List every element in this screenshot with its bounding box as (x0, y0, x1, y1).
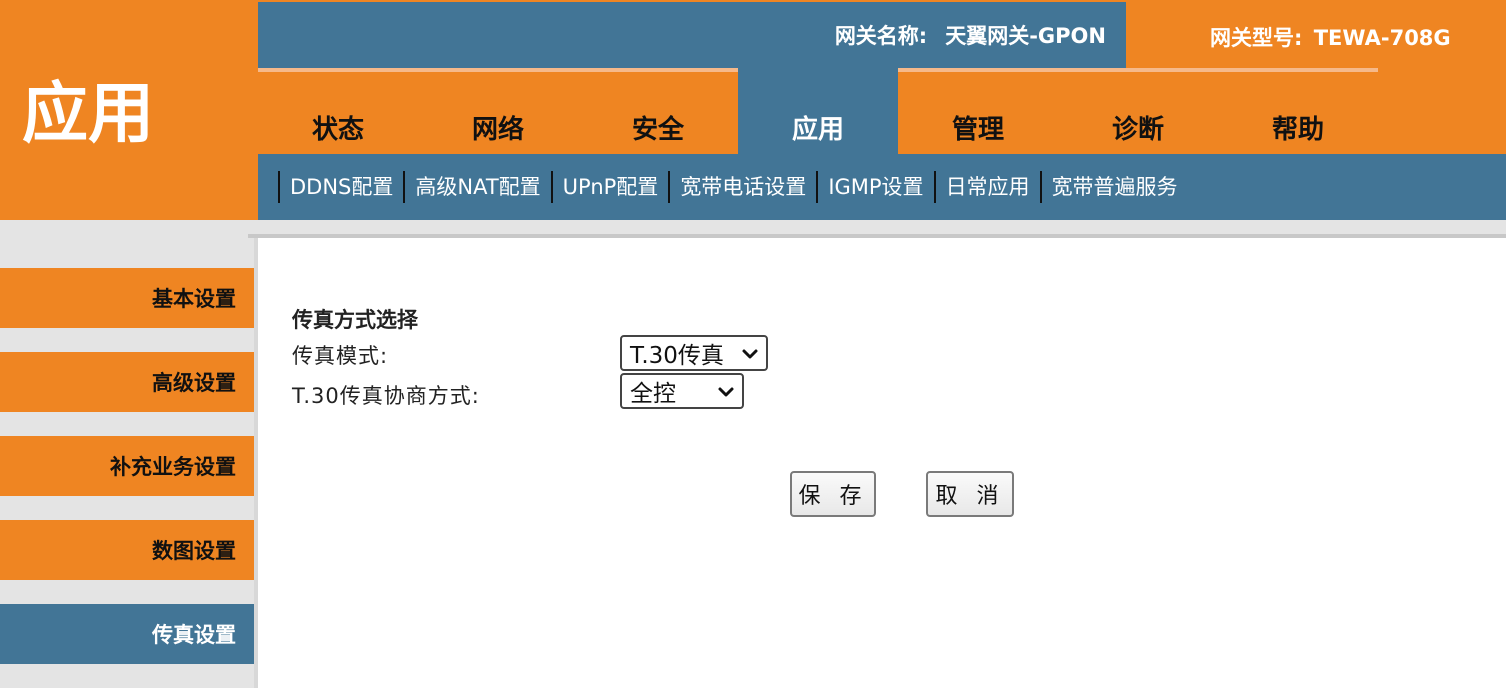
negotiation-value: 全控 (630, 381, 676, 407)
gateway-model-value: TEWA-708G (1313, 26, 1451, 50)
gateway-name-value: 天翼网关-GPON (945, 24, 1106, 48)
tab-security[interactable]: 安全 (578, 68, 738, 154)
gateway-model-label: 网关型号: (1210, 26, 1303, 50)
tab-management[interactable]: 管理 (898, 68, 1058, 154)
gateway-name-bar: 网关名称: 天翼网关-GPON (258, 2, 1126, 68)
tab-status[interactable]: 状态 (258, 68, 418, 154)
tab-help[interactable]: 帮助 (1218, 68, 1378, 154)
tab-diagnostics[interactable]: 诊断 (1058, 68, 1218, 154)
fax-mode-value: T.30传真 (630, 343, 724, 369)
sidebar-item-basic[interactable]: 基本设置 (0, 268, 258, 328)
subnav-voip[interactable]: 宽带电话设置 (668, 171, 816, 203)
gateway-name-label: 网关名称: (834, 24, 928, 48)
sidebar-item-digitmap[interactable]: 数图设置 (0, 520, 258, 580)
subnav-advanced-nat[interactable]: 高级NAT配置 (403, 171, 550, 203)
sidebar-item-advanced[interactable]: 高级设置 (0, 352, 258, 412)
section-title: 传真方式选择 (292, 308, 418, 332)
subnav-daily-apps[interactable]: 日常应用 (933, 171, 1040, 203)
fax-mode-select[interactable]: T.30传真 (620, 335, 768, 371)
tab-network[interactable]: 网络 (418, 68, 578, 154)
content-panel: 传真方式选择 传真模式: T.30传真 T.30传真协商方式: 全控 保 存 取… (258, 238, 1506, 688)
subnav-ddns[interactable]: DDNS配置 (278, 171, 403, 203)
subnav-upnp[interactable]: UPnP配置 (550, 171, 669, 203)
subnav-universal-service[interactable]: 宽带普遍服务 (1039, 171, 1188, 203)
cancel-button[interactable]: 取 消 (926, 471, 1014, 517)
main-tabs: 状态 网络 安全 应用 管理 诊断 帮助 (258, 68, 1378, 154)
negotiation-select[interactable]: 全控 (620, 373, 744, 409)
sidebar-item-fax[interactable]: 传真设置 (0, 604, 258, 664)
save-button[interactable]: 保 存 (790, 471, 876, 517)
fax-mode-label: 传真模式: (292, 344, 389, 368)
chevron-down-icon (742, 349, 758, 359)
sidebar-item-supplementary[interactable]: 补充业务设置 (0, 436, 258, 496)
sub-navigation: DDNS配置 高级NAT配置 UPnP配置 宽带电话设置 IGMP设置 日常应用… (258, 154, 1506, 220)
page-title: 应用 (0, 0, 258, 220)
negotiation-label: T.30传真协商方式: (292, 384, 480, 408)
chevron-down-icon (718, 387, 734, 397)
subnav-igmp[interactable]: IGMP设置 (816, 171, 933, 203)
tab-application[interactable]: 应用 (738, 68, 898, 154)
